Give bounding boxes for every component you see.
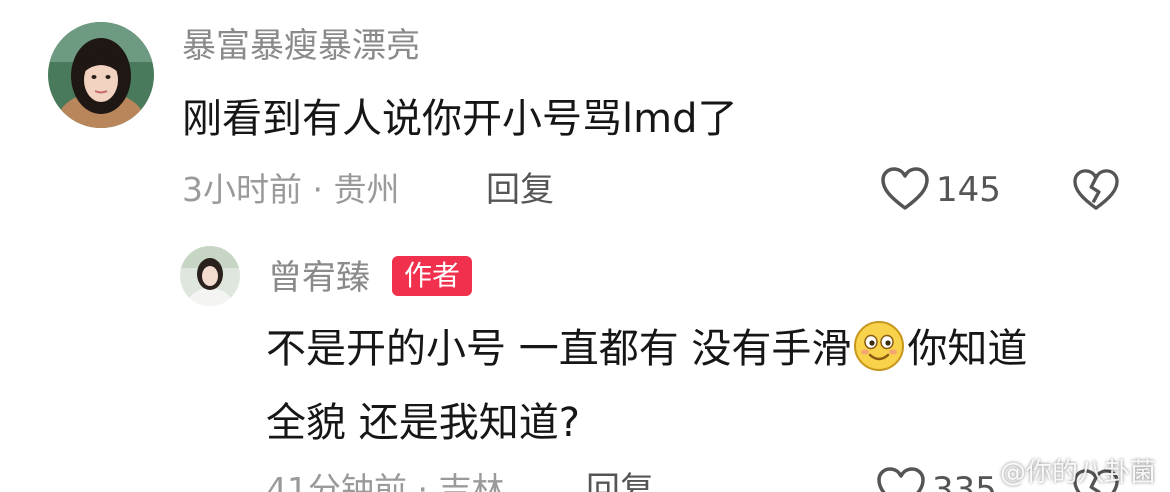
like-count-2: 335 xyxy=(932,470,997,492)
reply-button-2[interactable]: 回复 xyxy=(586,470,654,492)
smile-emoji-icon xyxy=(854,321,905,371)
commenter-username[interactable]: 暴富暴瘦暴漂亮 xyxy=(182,26,420,66)
comment-thread: 暴富暴瘦暴漂亮 刚看到有人说你开小号骂lmd了 3小时前 · 贵州 回复 145… xyxy=(0,0,1170,492)
avatar-photo-icon xyxy=(180,246,240,306)
heart-icon-2[interactable] xyxy=(876,466,926,492)
like-count: 145 xyxy=(936,170,1001,210)
avatar-photo-icon xyxy=(48,22,154,128)
comment-meta: 3小时前 · 贵州 xyxy=(182,170,400,209)
commenter-avatar[interactable] xyxy=(48,22,154,128)
reply-button[interactable]: 回复 xyxy=(486,170,554,210)
heart-icon[interactable] xyxy=(880,166,930,212)
broken-heart-icon[interactable] xyxy=(1072,168,1120,212)
comment-text: 刚看到有人说你开小号骂lmd了 xyxy=(182,96,738,142)
reply-text-part-a: 不是开的小号 一直都有 没有手滑 xyxy=(266,326,852,372)
reply-text-line-2: 全貌 还是我知道? xyxy=(266,400,580,446)
author-username[interactable]: 曾宥臻 xyxy=(268,258,370,298)
reply-meta: 41分钟前 · 吉林 xyxy=(266,470,505,492)
watermark: @你的八卦菌 xyxy=(999,458,1156,488)
reply-text-part-b: 你知道 xyxy=(907,326,1028,372)
reply-text-line-1: 不是开的小号 一直都有 没有手滑 你知道 xyxy=(266,312,1027,386)
author-badge: 作者 xyxy=(392,256,473,296)
author-avatar[interactable] xyxy=(180,246,240,306)
